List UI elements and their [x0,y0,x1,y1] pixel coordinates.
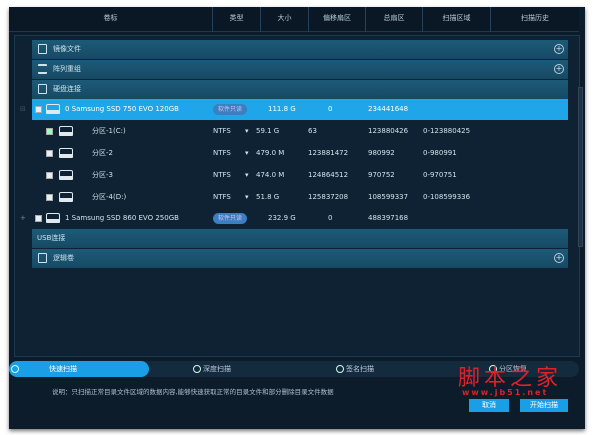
disk-total: 488397168 [368,214,409,222]
group-label: 硬盘连接 [53,85,81,93]
partition-row[interactable]: 分区-4(D:) NTFS 51.8 G 125837208 108599337 0-10… [32,187,568,208]
type-dropdown-icon[interactable]: ▾ [245,165,249,186]
disk-icon [46,213,60,223]
add-icon[interactable]: + [554,44,564,54]
type-dropdown-icon[interactable]: ▾ [245,187,249,208]
group-disk[interactable]: 硬盘连接 [32,80,568,99]
partition-total: 980992 [368,149,395,157]
watermark-url: www.jb51.net [462,388,549,397]
group-logical[interactable]: 逻辑卷 + [32,249,568,268]
partition-size: 474.0 M [256,171,285,179]
collapse-toggle[interactable]: ⊟ [20,99,26,120]
partition-total: 108599337 [368,193,409,201]
scan-mode-signature[interactable]: 签名扫描 [334,361,374,377]
partition-type: NTFS [213,171,231,179]
partition-size: 479.0 M [256,149,285,157]
partition-name: 分区-2 [92,149,113,157]
device-panel: 镜像文件 + 阵列重组 + 硬盘连接 ⊟ 0 Samsung SSD 750 EVO… [14,35,580,357]
partition-size: 51.8 G [256,193,280,201]
disk-offset: 0 [328,214,333,222]
scan-description: 说明：只扫描正常目录文件区域的数据内容,能够快速获取正常的目录文件和部分删除目录… [52,388,334,396]
partition-icon [59,148,73,158]
partition-row[interactable]: 分区-3 NTFS 474.0 M 124864512 970752 0-970751 ▾ [32,165,568,186]
volume-icon [38,253,47,263]
column-header: 卷标 类型 大小 偏移扇区 总扇区 扫描区域 扫描历史 [9,7,579,32]
partition-offset: 124864512 [308,171,349,179]
readonly-badge: 软件只读 [213,213,248,224]
partition-row[interactable]: 分区-1(C:) NTFS 59.1 G 63 123880426 0-123880425… [32,121,568,142]
group-label: 阵列重组 [53,65,81,73]
partition-name: 分区-1(C:) [92,127,126,135]
readonly-badge: 软件只读 [213,104,248,115]
partition-type: NTFS [213,127,231,135]
partition-range: 0-123880425 [423,127,471,135]
partition-name: 分区-4(D:) [92,193,127,201]
checkbox[interactable] [46,172,53,179]
cancel-button[interactable]: 取消 [469,399,509,412]
scrollbar[interactable] [578,87,583,247]
disk-name: 1 Samsung SSD 860 EVO 250GB [65,214,179,222]
disk-offset: 0 [328,105,333,113]
partition-name: 分区-3 [92,171,113,179]
partition-range: 0-108599336 [423,193,471,201]
disk-name: 0 Samsung SSD 750 EVO 120GB [65,105,179,113]
add-icon[interactable]: + [554,253,564,263]
disk-row[interactable]: + 1 Samsung SSD 860 EVO 250GB 软件只读 232.9… [20,208,568,229]
col-total[interactable]: 总扇区 [365,7,422,32]
partition-range: 0-970751 [423,171,457,179]
checkbox[interactable] [35,106,42,113]
checkbox[interactable] [46,128,53,135]
disk-icon [46,104,60,114]
group-label: 镜像文件 [53,45,81,53]
checkbox[interactable] [46,150,53,157]
partition-size: 59.1 G [256,127,280,135]
group-label: 逻辑卷 [53,254,74,262]
col-type[interactable]: 类型 [212,7,260,32]
col-offset[interactable]: 偏移扇区 [308,7,365,32]
disk-icon [38,84,47,94]
checkbox[interactable] [46,194,53,201]
partition-range: 0-980991 [423,149,457,157]
disk-row[interactable]: ⊟ 0 Samsung SSD 750 EVO 120GB 软件只读 111.8… [20,99,568,120]
partition-offset: 125837208 [308,193,349,201]
group-raid[interactable]: 阵列重组 + [32,60,568,79]
file-icon [38,44,47,54]
disk-size: 232.9 G [268,214,296,222]
partition-type: NTFS [213,193,231,201]
checkbox[interactable] [35,215,42,222]
list-icon [38,64,47,74]
type-dropdown-icon[interactable]: ▾ [245,121,249,142]
col-label[interactable]: 卷标 [9,7,212,32]
col-scan-history[interactable]: 扫描历史 [490,7,579,32]
partition-offset: 63 [308,127,317,135]
type-dropdown-icon[interactable]: ▾ [245,143,249,164]
partition-total: 970752 [368,171,395,179]
partition-total: 123880426 [368,127,409,135]
col-size[interactable]: 大小 [260,7,308,32]
partition-icon [59,126,73,136]
start-scan-button[interactable]: 开始扫描 [520,399,568,412]
col-scan-area[interactable]: 扫描区域 [422,7,490,32]
disk-size: 111.8 G [268,105,296,113]
scan-mode-deep[interactable]: 深度扫描 [191,361,231,377]
group-usb[interactable]: USB连接 [32,229,568,248]
disk-total: 234441648 [368,105,409,113]
scan-mode-quick[interactable]: 快速扫描 [9,361,149,377]
expand-toggle[interactable]: + [20,208,26,229]
group-label: USB连接 [37,234,66,242]
partition-row[interactable]: 分区-2 NTFS 479.0 M 123881472 980992 0-980991 ▾ [32,143,568,164]
add-icon[interactable]: + [554,64,564,74]
partition-offset: 123881472 [308,149,349,157]
partition-type: NTFS [213,149,231,157]
partition-icon [59,170,73,180]
partition-icon [59,192,73,202]
group-image-file[interactable]: 镜像文件 + [32,40,568,59]
